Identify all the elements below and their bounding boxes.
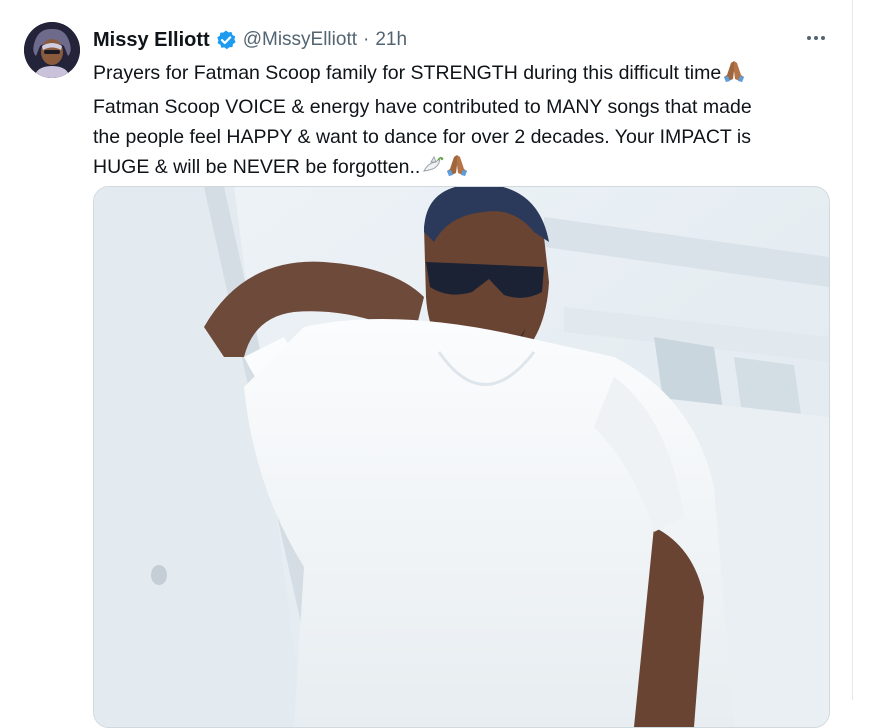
avatar-image xyxy=(24,22,80,78)
separator-dot: · xyxy=(363,29,370,50)
tweet-text-segment: HUGE & will be NEVER be forgotten.. xyxy=(93,156,421,178)
author-name[interactable]: Missy Elliott xyxy=(93,29,210,52)
tweet-text-line: Prayers for Fatman Scoop family for STRE… xyxy=(93,58,823,92)
tweet-text-segment: Prayers for Fatman Scoop family for STRE… xyxy=(93,62,722,84)
dove-emoji xyxy=(420,153,444,186)
more-options-icon[interactable] xyxy=(800,24,832,52)
folded-hands-emoji xyxy=(444,153,470,186)
tweet-text-line: HUGE & will be NEVER be forgotten.. xyxy=(93,152,823,186)
tweet-text-line: Fatman Scoop VOICE & energy have contrib… xyxy=(93,96,752,118)
tweet-text-line: the people feel HAPPY & want to dance fo… xyxy=(93,126,751,148)
tweet-header: Missy Elliott @MissyElliott · 21h xyxy=(93,26,407,54)
page-gutter xyxy=(853,0,891,700)
tweet-timestamp[interactable]: 21h xyxy=(375,29,407,51)
author-handle[interactable]: @MissyElliott xyxy=(243,29,357,51)
author-avatar[interactable] xyxy=(24,22,80,78)
tweet-card[interactable]: Missy Elliott @MissyElliott · 21h Prayer… xyxy=(0,0,853,728)
tweet-media-photo[interactable] xyxy=(93,186,830,728)
photo-image xyxy=(94,187,829,727)
tweet-text: Prayers for Fatman Scoop family for STRE… xyxy=(93,58,823,186)
folded-hands-emoji xyxy=(721,59,747,92)
verified-badge-icon xyxy=(215,29,237,51)
